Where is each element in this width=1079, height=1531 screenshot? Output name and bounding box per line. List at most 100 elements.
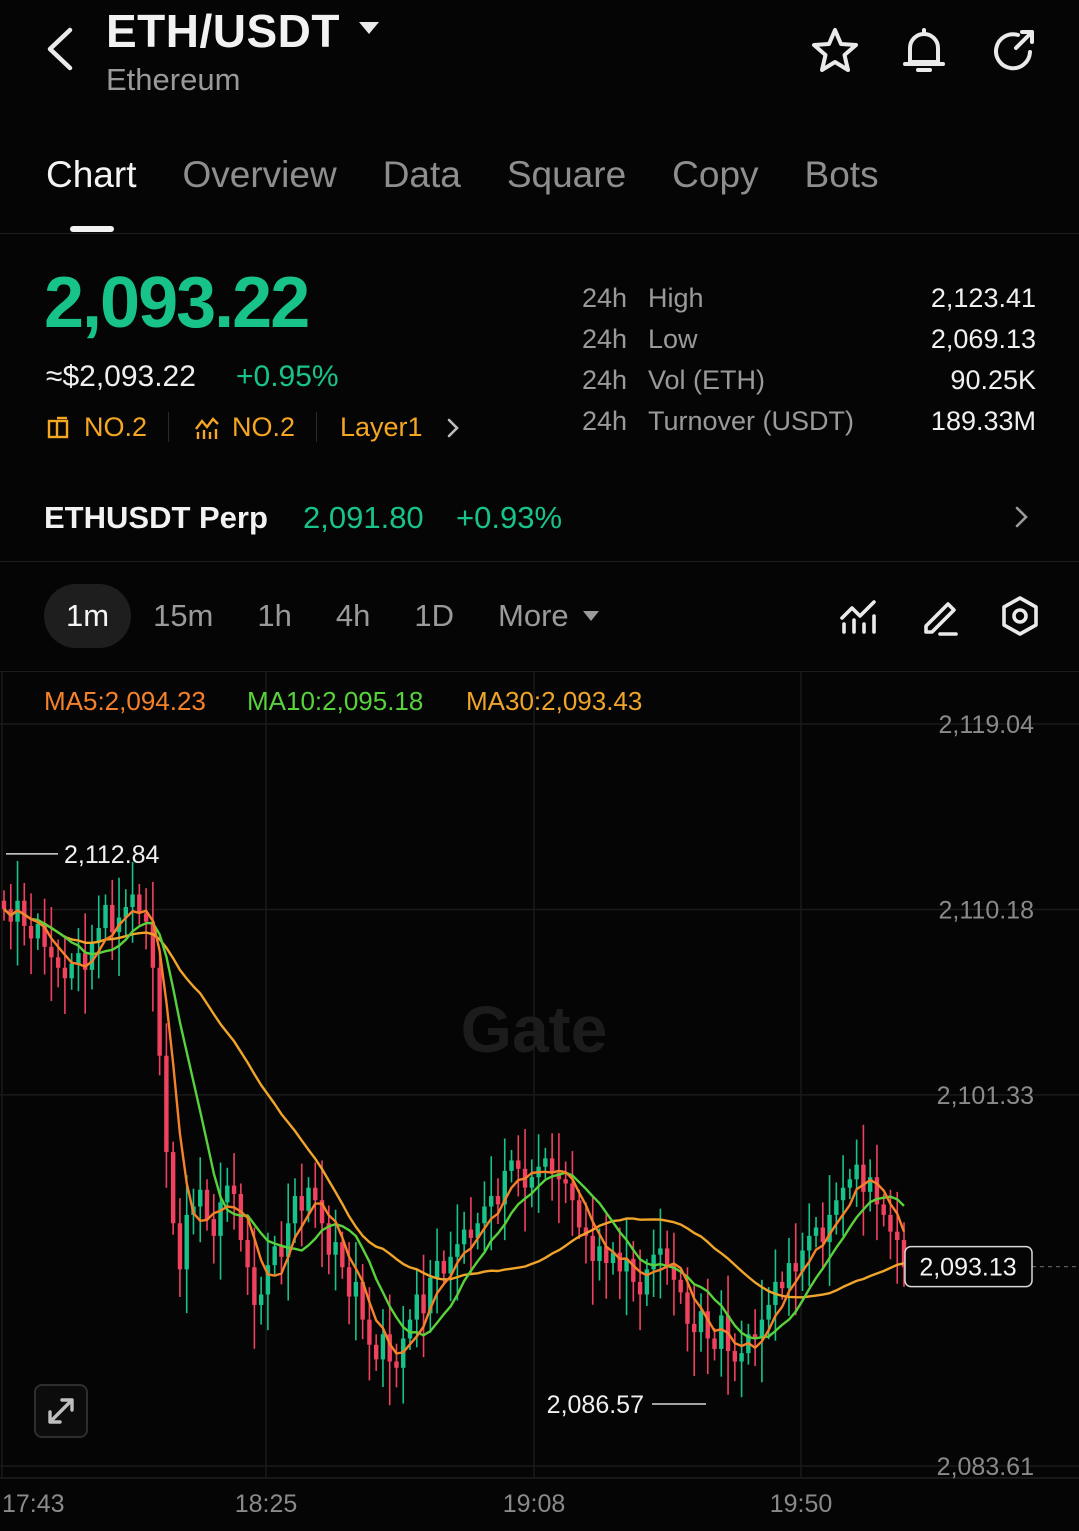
perp-name[interactable]: ETHUSDT Perp [44,500,268,536]
candle-body [563,1179,568,1184]
trend-rank-icon [195,416,219,439]
back-icon[interactable] [40,24,84,74]
candle-body [590,1235,595,1261]
tab-bots[interactable]: Bots [805,154,879,196]
candle-body [786,1263,792,1289]
rank-value-2: NO.2 [232,412,296,442]
candle-body [759,1319,765,1339]
candle-body [685,1292,690,1324]
stat-prefix: 24h [582,365,628,395]
ma-lines [3,908,906,1355]
candle-body [252,1267,257,1305]
candle-body [177,1223,183,1270]
tab-square[interactable]: Square [507,154,626,196]
indicator-icon[interactable] [838,594,882,638]
volume-rank[interactable]: NO.2 [194,412,295,443]
tab-data[interactable]: Data [383,154,461,196]
ma5-line [3,908,906,1355]
low-price-label: 2,086.57 [547,1391,644,1419]
y-tick-label: 2,119.04 [939,711,1035,739]
fiat-price: ≈$2,093.22 [46,360,196,393]
candle-body [461,1229,467,1245]
candle-body [888,1214,893,1232]
y-tick-label: 2,083.61 [937,1453,1034,1481]
tab-chart[interactable]: Chart [46,154,136,196]
ma5-legend: MA5:2,094.23 [44,686,206,716]
pair-dropdown-icon[interactable] [356,18,382,38]
candle-body [637,1281,643,1295]
stat-row-high: 24h High 2,123.41 [582,278,1036,319]
candle-body [617,1252,622,1272]
x-tick-label: 17:43 [2,1490,65,1518]
candle-body [238,1193,244,1241]
divider [0,561,1079,562]
interval-15m[interactable]: 15m [131,584,235,648]
candle-body [861,1164,866,1192]
candle-body [299,1196,304,1211]
pair-title[interactable]: ETH/USDT [106,4,340,58]
candle-body [272,1246,277,1266]
bell-icon[interactable] [899,26,949,76]
candle-body [340,1242,345,1268]
candle-body [279,1246,284,1257]
candle-body [218,1202,223,1236]
draw-icon[interactable] [918,594,962,638]
gate-watermark: Gate [461,992,608,1066]
x-tick-label: 19:50 [770,1490,833,1518]
candle-body [807,1235,812,1251]
candle-body [49,946,54,958]
candle-body [380,1334,386,1360]
settings-icon[interactable] [998,594,1042,638]
candle-body [441,1260,447,1274]
candle-body [35,923,41,939]
ma10-legend: MA10:2,095.18 [247,686,424,716]
candle-body [333,1242,338,1255]
market-cap-rank[interactable]: NO.2 [46,412,147,443]
star-icon[interactable] [810,26,860,76]
interval-1m[interactable]: 1m [44,584,132,648]
candle-body [170,1152,176,1224]
chevron-right-icon [447,418,459,437]
candle-body [407,1319,413,1339]
candle-body [820,1227,825,1243]
share-icon[interactable] [988,26,1038,76]
interval-1h[interactable]: 1h [235,584,313,648]
rank-icon [47,416,69,438]
candle-body [529,1177,535,1188]
candle-body [353,1281,359,1297]
candle-body [468,1229,474,1238]
divider [168,412,169,442]
candle-body [847,1179,853,1188]
interval-4h[interactable]: 4h [314,584,392,648]
tab-overview[interactable]: Overview [182,154,336,196]
stat-prefix: 24h [582,406,628,436]
candle-body [766,1304,771,1320]
fullscreen-button[interactable] [34,1384,88,1438]
ma10-line [3,908,905,1340]
candle-body [76,953,81,964]
candlestick-chart[interactable]: Gate 2,119.04 2,110.18 2,101.33 2,083.61 17… [0,672,1079,1531]
ma30-legend: MA30:2,093.43 [466,686,643,716]
candle-body [719,1315,724,1349]
stat-label: High [648,283,704,313]
candle-body [509,1160,514,1171]
candle-body [489,1196,494,1207]
tab-copy[interactable]: Copy [672,154,758,196]
candle-body [306,1187,311,1211]
interval-more[interactable]: More [476,584,623,648]
candle-body [455,1244,460,1257]
ma30-line [3,908,905,1299]
candle-body [692,1323,697,1333]
perp-change: +0.93% [456,500,563,535]
chevron-right-icon[interactable] [1010,502,1034,532]
candle-body [414,1294,419,1320]
candle-body [258,1294,264,1305]
candle-body [225,1185,230,1203]
candle-body [394,1361,399,1368]
candle-body [89,942,95,970]
interval-1d[interactable]: 1D [392,584,476,648]
sector-tag[interactable]: Layer1 [340,412,463,443]
chart-grid [0,672,1079,1479]
candle-body [103,904,108,928]
candle-body [137,894,142,914]
